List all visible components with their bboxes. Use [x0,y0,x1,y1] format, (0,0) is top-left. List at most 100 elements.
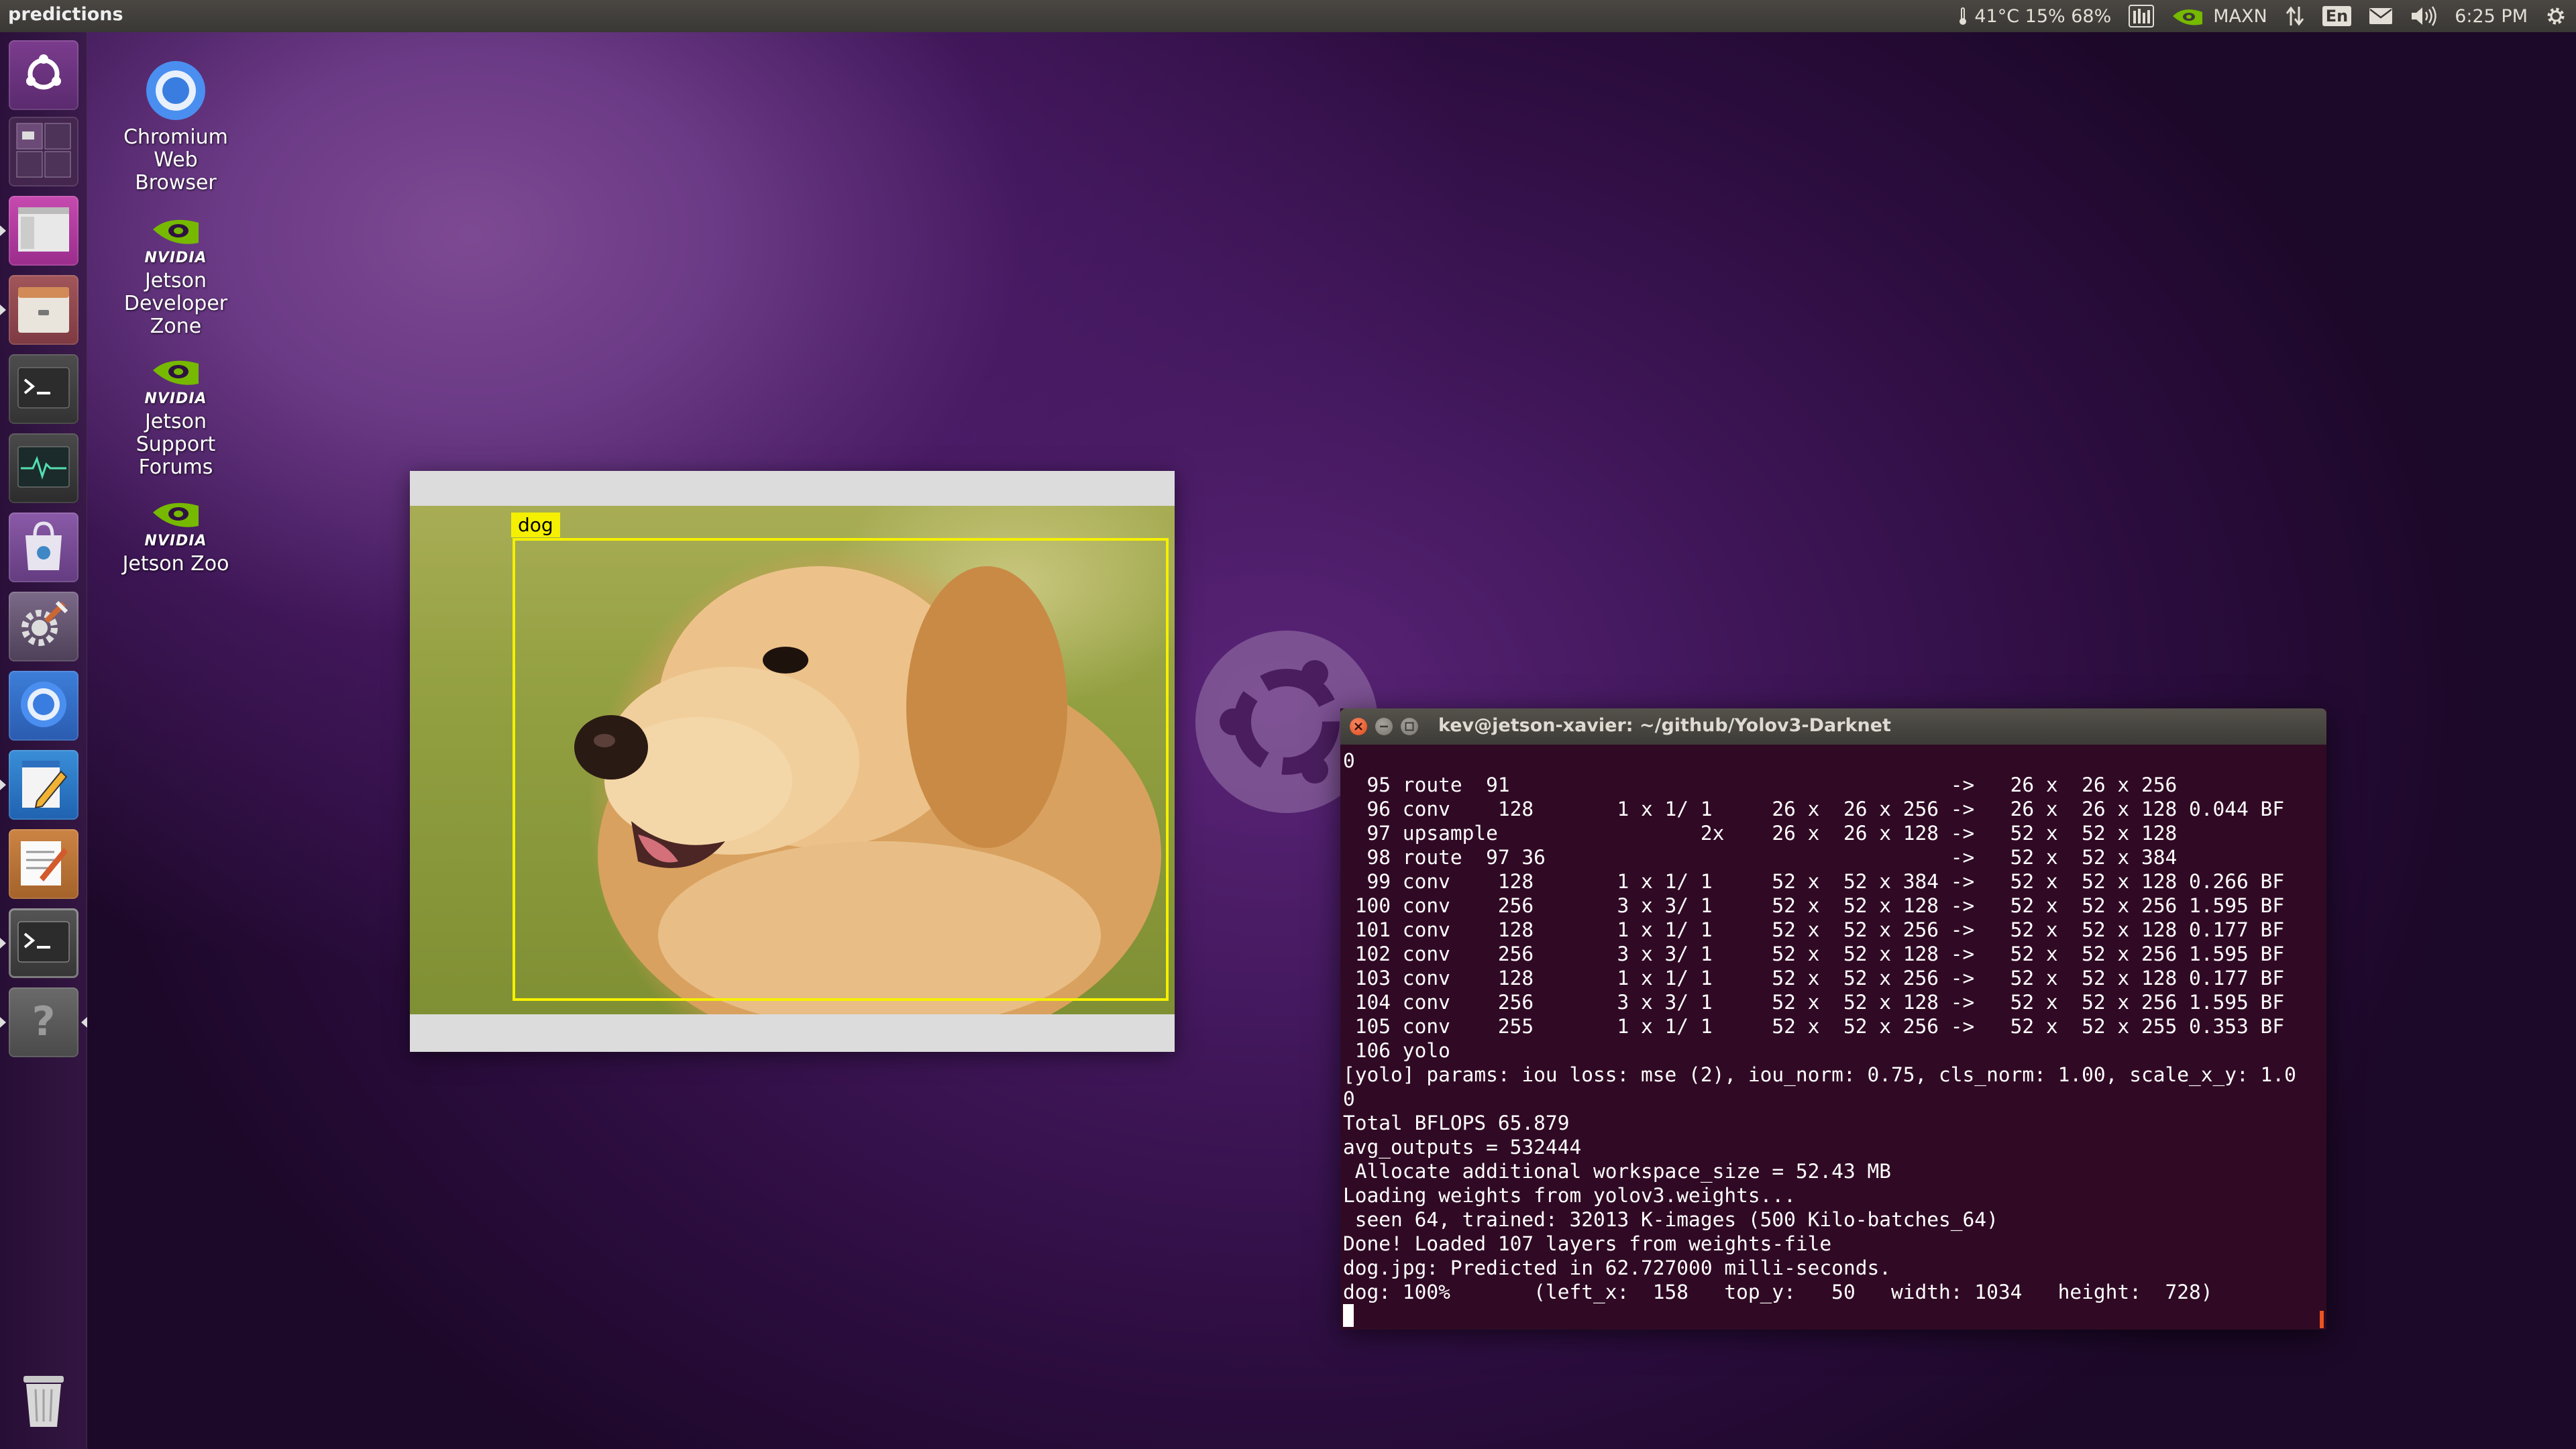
terminal-line: seen 64, trained: 32013 K-images (500 Ki… [1343,1208,1998,1231]
session-indicator[interactable] [2545,5,2567,27]
clock-indicator[interactable]: 6:25 PM [2455,6,2528,27]
close-icon [1354,722,1362,731]
settings-icon [17,598,70,655]
detection-label: dog [511,513,560,537]
desktop-icon-jetson-support-forums[interactable]: NVIDIA Jetson Support Forums [99,356,253,479]
launcher-notes[interactable] [9,829,78,899]
terminal-line: 0 [1343,1087,1355,1110]
nvpmodel-indicator[interactable]: MAXN [2171,5,2267,27]
desktop-icon-jetson-developer-zone[interactable]: NVIDIA Jetson Developer Zone [99,215,253,338]
terminal-line: 0 [1343,749,1355,772]
desktop-icon-label: Web [154,148,198,172]
launcher-system-monitor[interactable] [9,433,78,503]
image-window-icon [17,206,70,256]
text-editor-icon [17,757,70,813]
launcher-files[interactable] [9,275,78,345]
help-icon: ? [20,998,67,1047]
terminal-line: 105 conv 255 1 x 1/ 1 52 x 52 x 256 -> 5… [1343,1015,2285,1038]
nvidia-brand-text: NVIDIA [144,390,207,407]
volume-icon [2410,5,2437,27]
keyboard-indicator[interactable]: En [2322,6,2352,26]
running-indicator [0,305,6,315]
launcher: ? [0,32,87,1449]
system-monitor-icon [17,445,70,491]
cpu-monitor-icon [2129,5,2155,28]
cpu-graph-indicator[interactable] [2129,5,2155,28]
launcher-ubuntu-dash[interactable] [9,40,78,110]
messaging-indicator[interactable] [2369,7,2393,25]
thermometer-icon [1958,7,1968,25]
terminal-icon [17,920,70,966]
launcher-chromium[interactable] [9,671,78,741]
desktop-icon-label: Support [136,433,216,456]
terminal-window[interactable]: kev@jetson-xavier: ~/github/Yolov3-Darkn… [1340,708,2326,1330]
workspaces-icon [15,122,72,181]
maximize-icon [1405,722,1414,731]
terminal-line: Allocate additional workspace_size = 52.… [1343,1160,1891,1183]
minimize-button[interactable] [1375,718,1393,735]
terminal-line: dog: 100% (left_x: 158 top_y: 50 width: … [1343,1281,2213,1303]
terminal-line: 100 conv 256 3 x 3/ 1 52 x 52 x 128 -> 5… [1343,894,2285,917]
network-updown-icon [2285,5,2305,27]
terminal-output[interactable]: 0 95 route 91 -> 26 x 26 x 256 96 conv 1… [1340,745,2326,1330]
clock-text: 6:25 PM [2455,5,2528,27]
terminal-title: kev@jetson-xavier: ~/github/Yolov3-Darkn… [1438,715,1891,736]
desktop-icon-label: Jetson Zoo [122,552,229,576]
terminal-titlebar[interactable]: kev@jetson-xavier: ~/github/Yolov3-Darkn… [1340,708,2326,745]
notes-icon [17,836,70,892]
terminal-line: Done! Loaded 107 layers from weights-fil… [1343,1232,1832,1255]
running-indicator [0,225,6,236]
nvidia-icon [2171,5,2204,27]
active-app-title: predictions [8,4,123,25]
launcher-system-settings[interactable] [9,592,78,661]
desktop-icon-chromium[interactable]: Chromium Web Browser [99,59,253,195]
system-status-text: 41°C 15% 68% [1974,5,2112,27]
terminal-line: 95 route 91 -> 26 x 26 x 256 [1343,773,2178,796]
nvidia-brand-text: NVIDIA [144,250,207,266]
desktop-icon-label: Chromium [123,125,228,149]
desktop-icon-label: Jetson [144,269,207,292]
chromium-icon [19,680,68,732]
maximize-button[interactable] [1401,718,1418,735]
terminal-scroll-marker [2320,1311,2324,1328]
desktop-icon-label: Forums [138,455,213,479]
detection-box [513,538,1169,1001]
launcher-software-center[interactable] [9,513,78,582]
launcher-text-editor[interactable] [9,750,78,820]
software-center-icon [20,519,67,576]
terminal-line: 97 upsample 2x 26 x 26 x 128 -> 52 x 52 … [1343,822,2178,845]
trash-icon [17,1369,70,1432]
nvidia-icon: NVIDIA [144,356,207,407]
prediction-image: dog [410,506,1175,1014]
terminal-line: Total BFLOPS 65.879 [1343,1112,1570,1134]
launcher-workspace-switcher[interactable] [9,117,78,186]
running-indicator [0,938,6,949]
launcher-trash[interactable] [9,1366,78,1436]
system-status-indicator[interactable]: 41°C 15% 68% [1958,6,2111,27]
terminal-line: [yolo] params: iou loss: mse (2), iou_no… [1343,1063,2296,1086]
terminal-line: 103 conv 128 1 x 1/ 1 52 x 52 x 256 -> 5… [1343,967,2285,989]
terminal-line: 104 conv 256 3 x 3/ 1 52 x 52 x 128 -> 5… [1343,991,2285,1014]
indicator-area: 41°C 15% 68% MAXN En 6:25 PM [1958,0,2576,32]
terminal-line: avg_outputs = 532444 [1343,1136,1582,1159]
nvidia-icon: NVIDIA [144,498,207,549]
desktop-icon-jetson-zoo[interactable]: NVIDIA Jetson Zoo [99,498,253,576]
running-indicator [0,1017,6,1028]
terminal-line: dog.jpg: Predicted in 62.727000 milli-se… [1343,1256,1891,1279]
terminal-line: 106 yolo [1343,1039,1450,1062]
launcher-predictions-window[interactable] [9,196,78,266]
keyboard-layout-badge: En [2322,6,2352,26]
terminal-icon [17,366,70,412]
terminal-line: 99 conv 128 1 x 1/ 1 52 x 52 x 384 -> 52… [1343,870,2285,893]
focused-indicator [81,1017,87,1028]
desktop-icon-label: Developer [123,292,228,315]
predictions-window[interactable]: dog [410,471,1175,1052]
launcher-terminal[interactable] [9,354,78,424]
launcher-help[interactable]: ? [9,987,78,1057]
launcher-terminal-active[interactable] [9,908,78,978]
sound-indicator[interactable] [2410,5,2437,27]
power-mode-text: MAXN [2213,5,2267,27]
network-indicator[interactable] [2285,5,2305,27]
desktop-icon-label: Zone [150,315,202,338]
close-button[interactable] [1350,718,1367,735]
